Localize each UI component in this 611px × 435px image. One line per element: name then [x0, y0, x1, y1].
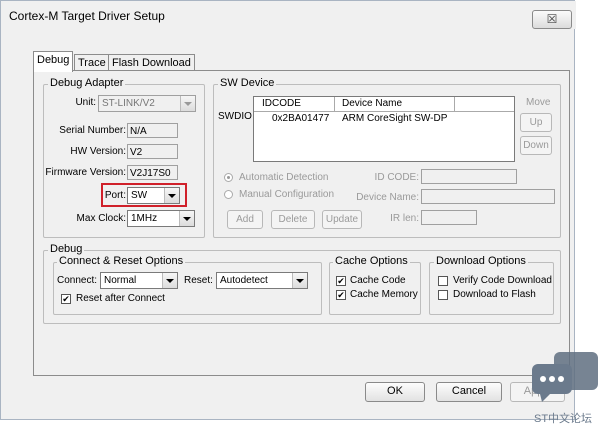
connect-value: Normal — [104, 275, 137, 286]
table-header: IDCODE Device Name — [254, 97, 514, 112]
reset-label: Reset: — [184, 275, 213, 286]
move-down-button[interactable]: Down — [520, 136, 552, 155]
column-header-idcode: IDCODE — [262, 98, 301, 109]
port-value: SW — [131, 190, 148, 201]
close-button[interactable]: ☒ — [532, 10, 572, 29]
cache-options-title: Cache Options — [333, 255, 410, 267]
move-up-button[interactable]: Up — [520, 113, 552, 132]
chevron-down-icon — [164, 188, 179, 203]
port-label: Port: — [104, 190, 126, 201]
cache-memory-checkbox[interactable]: ✔ — [336, 290, 346, 300]
sw-device-title: SW Device — [218, 77, 277, 89]
ok-button[interactable]: OK — [365, 382, 425, 402]
chevron-down-icon — [292, 273, 307, 288]
id-code-label: ID CODE: — [374, 172, 419, 183]
verify-code-download-label: Verify Code Download — [453, 275, 552, 286]
max-clock-value: 1MHz — [131, 213, 158, 224]
checkmark-icon: ✔ — [337, 276, 345, 286]
manual-configuration-label: Manual Configuration — [239, 189, 335, 200]
sw-device-table[interactable]: IDCODE Device Name 0x2BA01477 ARM CoreSi… — [253, 96, 515, 162]
automatic-detection-label: Automatic Detection — [239, 172, 329, 183]
column-divider — [334, 97, 335, 111]
column-header-device-name: Device Name — [342, 98, 403, 109]
close-icon: ☒ — [546, 12, 558, 26]
serial-number-label: Serial Number: — [59, 125, 126, 136]
watermark-text: ST中文论坛 — [534, 413, 593, 425]
max-clock-select[interactable]: 1MHz — [127, 210, 195, 227]
debug-title: Debug — [48, 243, 85, 255]
window-title: Cortex-M Target Driver Setup — [9, 9, 165, 23]
row-idcode: 0x2BA01477 — [272, 113, 330, 124]
column-divider — [454, 97, 455, 111]
max-clock-label: Max Clock: — [76, 213, 126, 224]
reset-after-connect-checkbox[interactable]: ✔ — [61, 294, 71, 304]
move-label: Move — [526, 97, 551, 108]
tab-debug[interactable]: Debug — [33, 51, 74, 72]
add-button[interactable]: Add — [227, 210, 263, 229]
device-name-label: Device Name: — [356, 192, 419, 203]
swdio-label: SWDIO — [218, 111, 252, 122]
firmware-version-label: Firmware Version: — [45, 167, 126, 178]
tab-trace[interactable]: Trace — [74, 54, 110, 71]
title-bar: Cortex-M Target Driver Setup ☒ — [1, 1, 576, 29]
id-code-field[interactable] — [421, 169, 517, 184]
delete-button[interactable]: Delete — [271, 210, 315, 229]
port-select[interactable]: SW — [127, 187, 180, 204]
download-options-title: Download Options — [434, 255, 528, 267]
watermark: ST中文论坛 — [528, 350, 604, 428]
device-name-field[interactable] — [421, 189, 555, 204]
manual-configuration-radio[interactable] — [224, 190, 233, 199]
reset-select[interactable]: Autodetect — [216, 272, 308, 289]
cache-code-label: Cache Code — [350, 275, 406, 286]
reset-value: Autodetect — [220, 275, 268, 286]
chat-bubble-icon — [532, 352, 598, 402]
unit-label: Unit: — [75, 97, 96, 108]
verify-code-download-checkbox[interactable] — [438, 276, 448, 286]
checkmark-icon: ✔ — [62, 294, 70, 304]
chevron-down-icon — [162, 273, 177, 288]
row-device-name: ARM CoreSight SW-DP — [342, 113, 448, 124]
chevron-down-icon — [180, 96, 195, 111]
download-to-flash-checkbox[interactable] — [438, 290, 448, 300]
firmware-version-field: V2J17S0 — [127, 165, 178, 180]
unit-value: ST-LINK/V2 — [102, 98, 155, 109]
update-button[interactable]: Update — [322, 210, 362, 229]
tab-flash-download[interactable]: Flash Download — [108, 54, 195, 71]
automatic-detection-radio[interactable] — [224, 173, 233, 182]
unit-select[interactable]: ST-LINK/V2 — [98, 95, 196, 112]
serial-number-field: N/A — [127, 123, 178, 138]
cache-code-checkbox[interactable]: ✔ — [336, 276, 346, 286]
ir-len-field[interactable] — [421, 210, 477, 225]
cache-memory-label: Cache Memory — [350, 289, 418, 300]
debug-adapter-title: Debug Adapter — [48, 77, 126, 89]
table-row[interactable]: 0x2BA01477 ARM CoreSight SW-DP — [254, 113, 514, 127]
reset-after-connect-label: Reset after Connect — [76, 293, 165, 304]
connect-label: Connect: — [57, 275, 98, 286]
download-to-flash-label: Download to Flash — [453, 289, 536, 300]
checkmark-icon: ✔ — [337, 290, 345, 300]
connect-reset-title: Connect & Reset Options — [57, 255, 186, 267]
hw-version-label: HW Version: — [70, 146, 126, 157]
hw-version-field: V2 — [127, 144, 178, 159]
ir-len-label: IR len: — [390, 213, 419, 224]
connect-select[interactable]: Normal — [100, 272, 178, 289]
chevron-down-icon — [179, 211, 194, 226]
cancel-button[interactable]: Cancel — [436, 382, 502, 402]
